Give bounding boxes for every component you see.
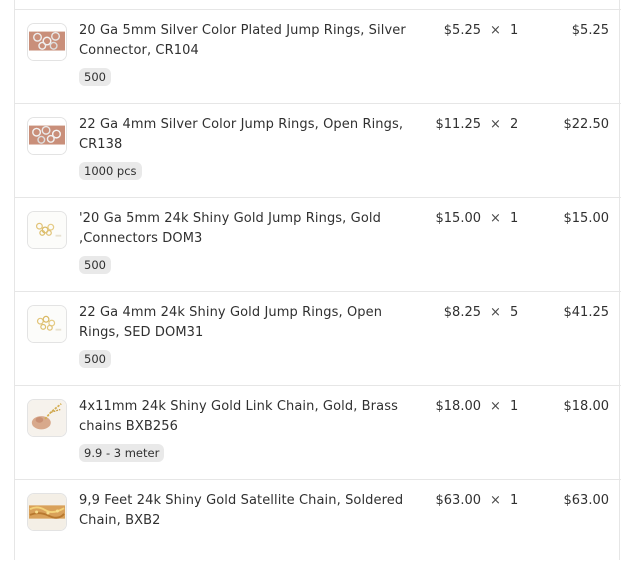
unit-price: $8.25 [443, 305, 481, 320]
gold-satellite-chain-icon [28, 494, 66, 530]
gold-jump-rings-icon [28, 212, 66, 248]
line-total: $15.00 [563, 211, 610, 226]
gold-jump-rings-thumbnail[interactable] [27, 305, 67, 343]
product-title[interactable]: 9,9 Feet 24k Shiny Gold Satellite Chain,… [79, 491, 414, 531]
line-item: 4x11mm 24k Shiny Gold Link Chain, Gold, … [15, 385, 621, 479]
line-item: '20 Ga 5mm 24k Shiny Gold Jump Rings, Go… [15, 197, 621, 291]
order-line-items: 20 Ga 5mm Silver Color Plated Jump Rings… [14, 0, 621, 560]
variant-badge: 1000 pcs [79, 162, 142, 180]
variant-badge: 500 [79, 350, 111, 368]
multiply-sign: × [490, 117, 501, 132]
quantity: 1 [510, 23, 519, 38]
line-total: $41.25 [563, 305, 610, 320]
silver-jump-rings-icon [28, 118, 66, 154]
unit-price: $5.25 [443, 23, 481, 38]
product-title[interactable]: 22 Ga 4mm Silver Color Jump Rings, Open … [79, 115, 414, 155]
product-title[interactable]: 22 Ga 4mm 24k Shiny Gold Jump Rings, Ope… [79, 303, 414, 343]
line-total: $63.00 [563, 493, 610, 508]
variant-badge: 500 [79, 68, 111, 86]
line-total: $18.00 [563, 399, 610, 414]
unit-price: $63.00 [435, 493, 482, 508]
gold-link-chain-icon [28, 400, 66, 436]
quantity: 5 [510, 305, 519, 320]
silver-jump-rings-thumbnail[interactable] [27, 23, 67, 61]
product-title[interactable]: 20 Ga 5mm Silver Color Plated Jump Rings… [79, 21, 414, 61]
quantity: 1 [510, 211, 519, 226]
quantity: 1 [510, 399, 519, 414]
variant-badge: 500 [79, 256, 111, 274]
product-title[interactable]: '20 Ga 5mm 24k Shiny Gold Jump Rings, Go… [79, 209, 414, 249]
silver-jump-rings-thumbnail[interactable] [27, 117, 67, 155]
quantity: 1 [510, 493, 519, 508]
unit-price: $15.00 [435, 211, 482, 226]
line-total: $22.50 [563, 117, 610, 132]
line-item: 22 Ga 4mm Silver Color Jump Rings, Open … [15, 103, 621, 197]
gold-jump-rings-icon [28, 306, 66, 342]
line-item: 20 Ga 5mm Silver Color Plated Jump Rings… [15, 9, 621, 103]
unit-price: $18.00 [435, 399, 482, 414]
line-item: 9,9 Feet 24k Shiny Gold Satellite Chain,… [15, 479, 621, 573]
variant-badge: 9.9 - 3 meter [79, 444, 165, 462]
gold-satellite-chain-thumbnail[interactable] [27, 493, 67, 531]
gold-link-chain-thumbnail[interactable] [27, 399, 67, 437]
multiply-sign: × [490, 23, 501, 38]
line-total: $5.25 [571, 23, 609, 38]
gold-jump-rings-thumbnail[interactable] [27, 211, 67, 249]
silver-jump-rings-icon [28, 24, 66, 60]
line-item: 22 Ga 4mm 24k Shiny Gold Jump Rings, Ope… [15, 291, 621, 385]
unit-price: $11.25 [435, 117, 482, 132]
multiply-sign: × [490, 399, 501, 414]
multiply-sign: × [490, 305, 501, 320]
multiply-sign: × [490, 211, 501, 226]
product-title[interactable]: 4x11mm 24k Shiny Gold Link Chain, Gold, … [79, 397, 414, 437]
multiply-sign: × [490, 493, 501, 508]
quantity: 2 [510, 117, 519, 132]
